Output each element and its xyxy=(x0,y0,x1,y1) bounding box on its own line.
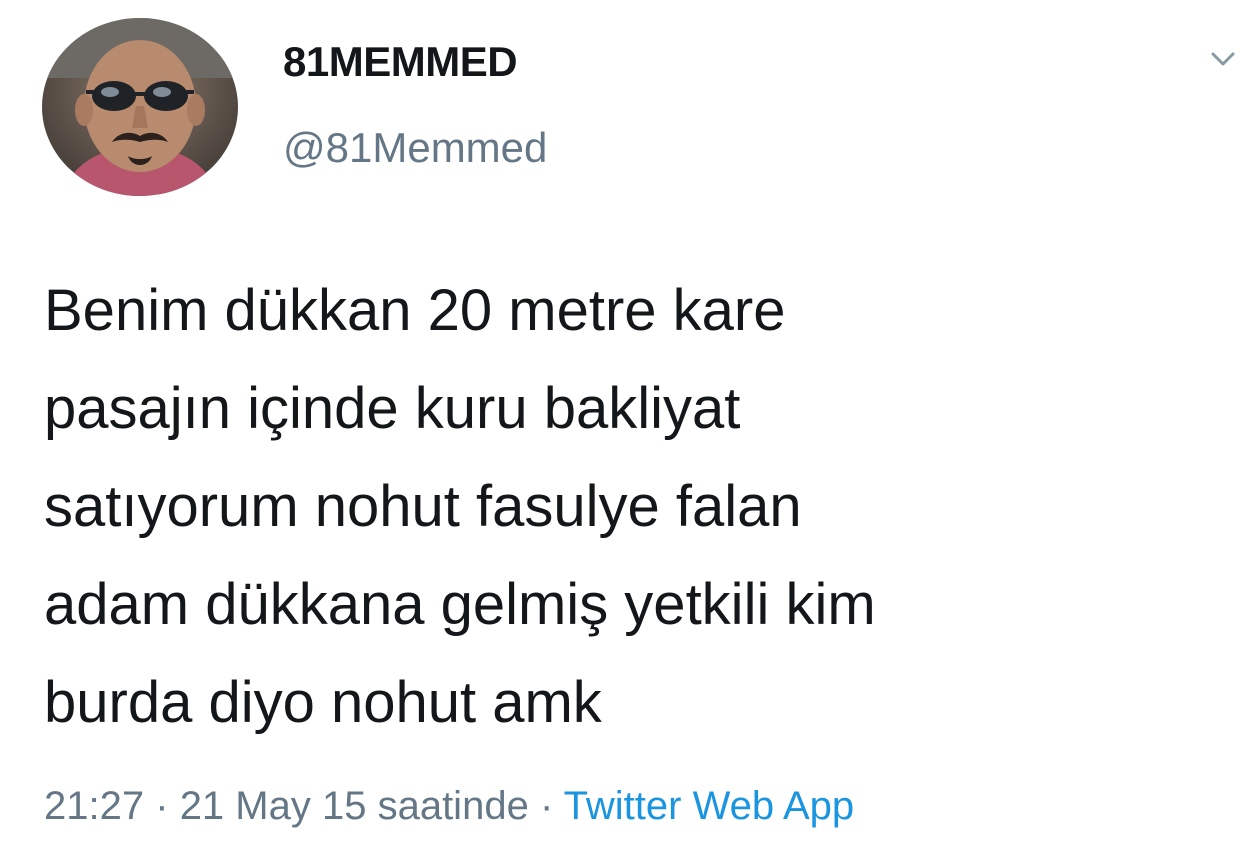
author-display-name[interactable]: 81MEMMED xyxy=(283,38,518,86)
tweet-source-link[interactable]: Twitter Web App xyxy=(564,784,855,828)
tweet-card: 81MEMMED @81Memmed Benim dükkan 20 metre… xyxy=(0,0,1242,867)
meta-separator: · xyxy=(155,784,169,828)
tweet-meta: 21:27 · 21 May 15 saatinde · Twitter Web… xyxy=(44,784,854,829)
tweet-text-line: adam dükkana gelmiş yetkili kim xyxy=(44,572,876,637)
tweet-text-line: satıyorum nohut fasulye falan xyxy=(44,474,802,539)
tweet-text-line: Benim dükkan 20 metre kare xyxy=(44,278,786,343)
meta-separator: · xyxy=(539,784,554,828)
tweet-text: Benim dükkan 20 metre kare pasajın içind… xyxy=(44,262,1234,752)
tweet-text-line: burda diyo nohut amk xyxy=(44,670,602,735)
tweet-time[interactable]: 21:27 xyxy=(44,784,144,828)
author-handle: @81Memmed xyxy=(283,124,548,171)
tweet-date[interactable]: 21 May 15 saatinde xyxy=(180,784,529,828)
avatar-photo xyxy=(42,18,238,196)
chevron-down-icon xyxy=(1211,52,1235,66)
tweet-text-line: pasajın içinde kuru bakliyat xyxy=(44,376,741,441)
avatar[interactable] xyxy=(42,18,238,196)
tweet-menu-button[interactable] xyxy=(1208,44,1238,74)
